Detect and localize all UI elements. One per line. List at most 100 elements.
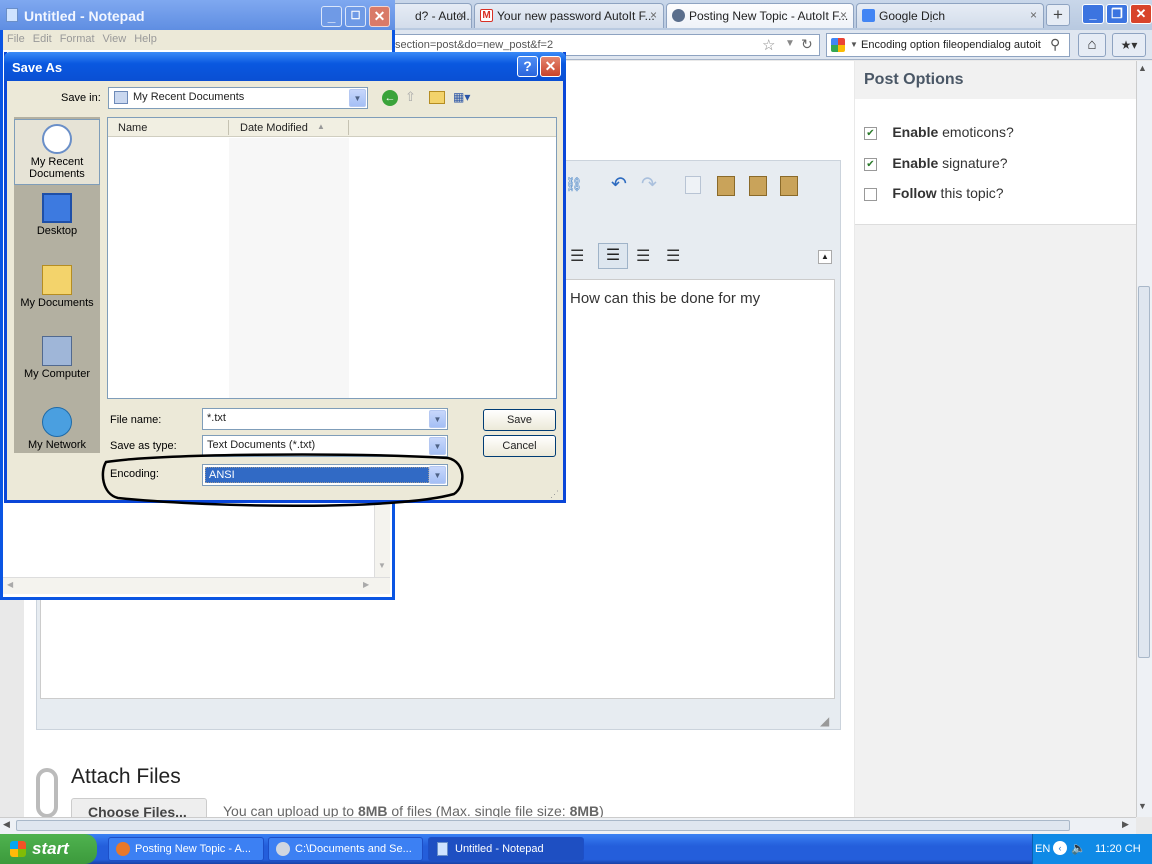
reload-icon[interactable]: ↻ <box>801 36 813 53</box>
close-icon[interactable]: × <box>840 8 847 22</box>
menu-view[interactable]: View <box>99 30 131 48</box>
collapse-toolbar-icon[interactable]: ▲ <box>818 250 832 264</box>
option-follow[interactable]: Follow this topic? <box>864 185 1004 202</box>
place-my-computer[interactable]: My Computer <box>14 332 100 398</box>
new-folder-icon[interactable] <box>429 91 445 104</box>
notepad-title: Untitled - Notepad <box>24 8 145 24</box>
resize-grip-icon[interactable]: ◢ <box>820 714 834 728</box>
horizontal-scroll-thumb[interactable] <box>16 820 1070 831</box>
place-label: My Recent <box>30 156 84 168</box>
view-menu-icon[interactable]: ▦▾ <box>453 90 477 106</box>
search-engine-dropdown-icon[interactable]: ▼ <box>850 40 858 49</box>
copy-icon[interactable] <box>685 176 701 194</box>
home-icon[interactable]: ⌂ <box>1078 33 1106 57</box>
scroll-left-icon[interactable]: ◀ <box>7 580 13 589</box>
back-icon[interactable]: ← <box>382 90 398 106</box>
notepad-maximize-button[interactable]: ☐ <box>345 6 366 27</box>
close-icon[interactable]: × <box>458 8 465 22</box>
help-button[interactable]: ? <box>517 56 538 77</box>
checkbox-checked-icon[interactable]: ✔ <box>864 127 877 141</box>
autoit-icon <box>672 9 685 22</box>
notepad-close-button[interactable]: ✕ <box>369 6 390 27</box>
align-left-icon[interactable]: ☰ <box>598 243 628 269</box>
minimize-button[interactable]: _ <box>1082 4 1104 24</box>
option-signature[interactable]: ✔ Enable signature? <box>864 155 1008 172</box>
place-my-recent-documents[interactable]: My Recent Documents <box>14 119 100 185</box>
file-name-label: File name: <box>110 414 162 426</box>
place-label: Desktop <box>36 225 78 237</box>
paste-icon[interactable] <box>717 176 735 196</box>
close-button[interactable]: ✕ <box>1130 4 1152 24</box>
search-box[interactable]: Encoding option fileopendialog autoit <box>826 33 1070 57</box>
search-text: Encoding option fileopendialog autoit <box>861 39 1041 51</box>
new-tab-button[interactable]: + <box>1046 4 1070 26</box>
scroll-thumb[interactable] <box>1138 286 1150 658</box>
tab-posting-new-topic[interactable]: Posting New Topic - AutoIt F... × <box>666 3 854 28</box>
menu-format[interactable]: Format <box>56 30 99 48</box>
column-name[interactable]: Name <box>118 122 147 134</box>
option-emoticons[interactable]: ✔ Enable emoticons? <box>864 124 1014 141</box>
start-button[interactable]: start <box>0 834 97 864</box>
paste-text-icon[interactable] <box>749 176 767 196</box>
magnifier-icon[interactable]: ⚲ <box>1050 36 1060 53</box>
notepad-vscroll[interactable]: ▼ <box>374 503 390 577</box>
place-desktop[interactable]: Desktop <box>14 189 100 255</box>
file-list[interactable]: Name Date Modified ▲ <box>107 117 557 399</box>
place-label: My Documents <box>20 297 94 309</box>
horizontal-scrollbar[interactable]: ◀ ▶ <box>0 817 1136 834</box>
column-date-modified[interactable]: Date Modified <box>240 122 308 134</box>
place-my-network[interactable]: My Network <box>14 403 100 453</box>
menu-edit[interactable]: Edit <box>29 30 56 48</box>
up-folder-icon[interactable]: ⇧ <box>405 89 421 105</box>
scroll-down-icon[interactable]: ▼ <box>378 561 386 570</box>
redo-icon[interactable]: ↷ <box>641 173 657 196</box>
bookmarks-menu-icon[interactable]: ★▾ <box>1112 33 1146 57</box>
restore-button[interactable]: ❐ <box>1106 4 1128 24</box>
cancel-button[interactable]: Cancel <box>483 435 556 457</box>
file-name-input[interactable]: *.txt ▼ <box>202 408 448 430</box>
vertical-scrollbar[interactable]: ▲ ▼ <box>1136 61 1152 817</box>
firefox-icon <box>116 842 130 856</box>
dialog-resize-grip-icon[interactable]: ⋰ <box>550 489 559 500</box>
place-my-documents[interactable]: My Documents <box>14 261 100 327</box>
save-button[interactable]: Save <box>483 409 556 431</box>
alignment-toolbar: ☰ ☰ ☰ ☰ ▲ <box>570 243 832 270</box>
chevron-left-icon[interactable]: ‹ <box>1053 841 1067 855</box>
align-center-icon[interactable]: ☰ <box>636 246 650 266</box>
chevron-down-icon[interactable]: ▼ <box>429 410 446 428</box>
menu-file[interactable]: File <box>3 30 29 48</box>
scroll-down-icon[interactable]: ▼ <box>1138 801 1147 811</box>
tab-autoit-1[interactable]: d? - AutoI... × <box>392 3 472 28</box>
notepad-hscroll[interactable]: ◀ ▶ <box>3 577 390 594</box>
undo-icon[interactable]: ↶ <box>611 173 627 196</box>
task-posting-new-topic[interactable]: Posting New Topic - A... <box>108 837 264 861</box>
checkbox-checked-icon[interactable]: ✔ <box>864 158 877 172</box>
scroll-up-icon[interactable]: ▲ <box>1138 63 1147 73</box>
task-documents[interactable]: C:\Documents and Se... <box>268 837 423 861</box>
url-dropdown-icon[interactable]: ▼ <box>785 38 795 49</box>
link-icon[interactable]: ⛓ <box>565 176 583 193</box>
align-right-icon[interactable]: ☰ <box>666 246 680 266</box>
scroll-right-icon[interactable]: ▶ <box>1122 819 1129 830</box>
notepad-minimize-button[interactable]: _ <box>321 6 342 27</box>
google-search-icon[interactable] <box>831 38 845 52</box>
volume-icon[interactable]: 🔈 <box>1071 841 1086 855</box>
menu-help[interactable]: Help <box>130 30 161 48</box>
language-indicator[interactable]: EN <box>1035 843 1050 855</box>
close-icon[interactable]: × <box>1030 8 1037 22</box>
indent-icon[interactable]: ☰ <box>570 246 584 266</box>
scroll-right-icon[interactable]: ▶ <box>363 580 369 589</box>
checkbox-unchecked-icon[interactable] <box>864 188 877 202</box>
tab-google-translate[interactable]: Google Dịch × <box>856 3 1044 28</box>
bookmark-star-icon[interactable]: ☆ <box>762 36 775 54</box>
place-label: Documents <box>29 168 85 180</box>
tab-gmail[interactable]: M Your new password AutoIt F... × <box>474 3 664 28</box>
chevron-down-icon[interactable]: ▼ <box>349 89 366 107</box>
dialog-close-button[interactable]: ✕ <box>540 56 561 77</box>
close-icon[interactable]: × <box>650 8 657 22</box>
save-in-dropdown[interactable]: My Recent Documents ▼ <box>108 87 368 109</box>
paste-word-icon[interactable] <box>780 176 798 196</box>
save-in-value: My Recent Documents <box>133 91 245 103</box>
task-notepad[interactable]: Untitled - Notepad <box>428 837 584 861</box>
scroll-left-icon[interactable]: ◀ <box>3 819 10 830</box>
